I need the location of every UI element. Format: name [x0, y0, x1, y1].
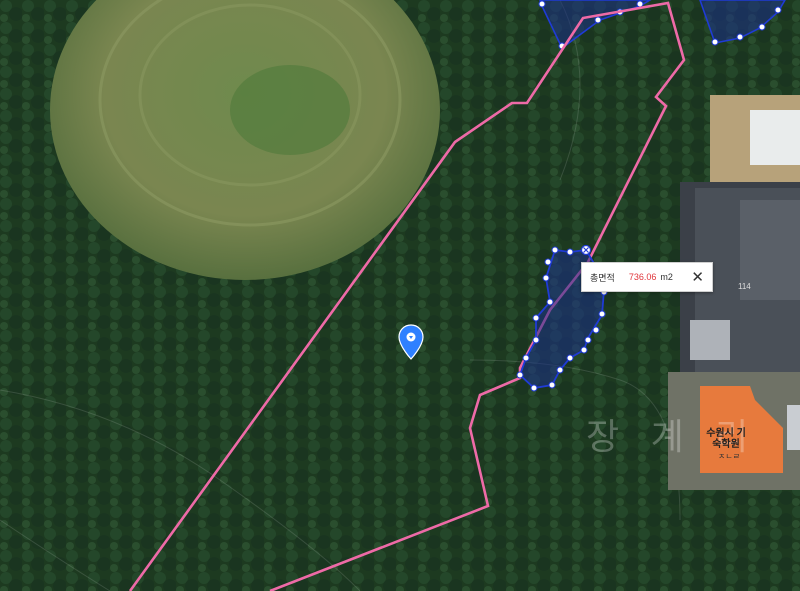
map-pin-icon[interactable]	[398, 324, 424, 360]
area-value: 736.06	[628, 272, 657, 282]
area-label: 총면적	[590, 272, 615, 283]
close-icon[interactable]: ✕	[691, 270, 704, 285]
polygon-close-marker[interactable]	[580, 244, 592, 256]
map-view[interactable]: 총면적 736.06 m2 ✕ 장 계 리 114 수원시 기숙학원 ㅈㄴㄹ	[0, 0, 800, 591]
area-measurement-popup: 총면적 736.06 m2 ✕	[581, 262, 713, 292]
satellite-layer	[0, 0, 800, 591]
building-sub-label: ㅈㄴㄹ	[718, 452, 741, 461]
building-number-label: 114	[738, 282, 751, 291]
building-name-label: 수원시 기숙학원	[706, 428, 746, 450]
area-unit: m2	[660, 272, 673, 282]
